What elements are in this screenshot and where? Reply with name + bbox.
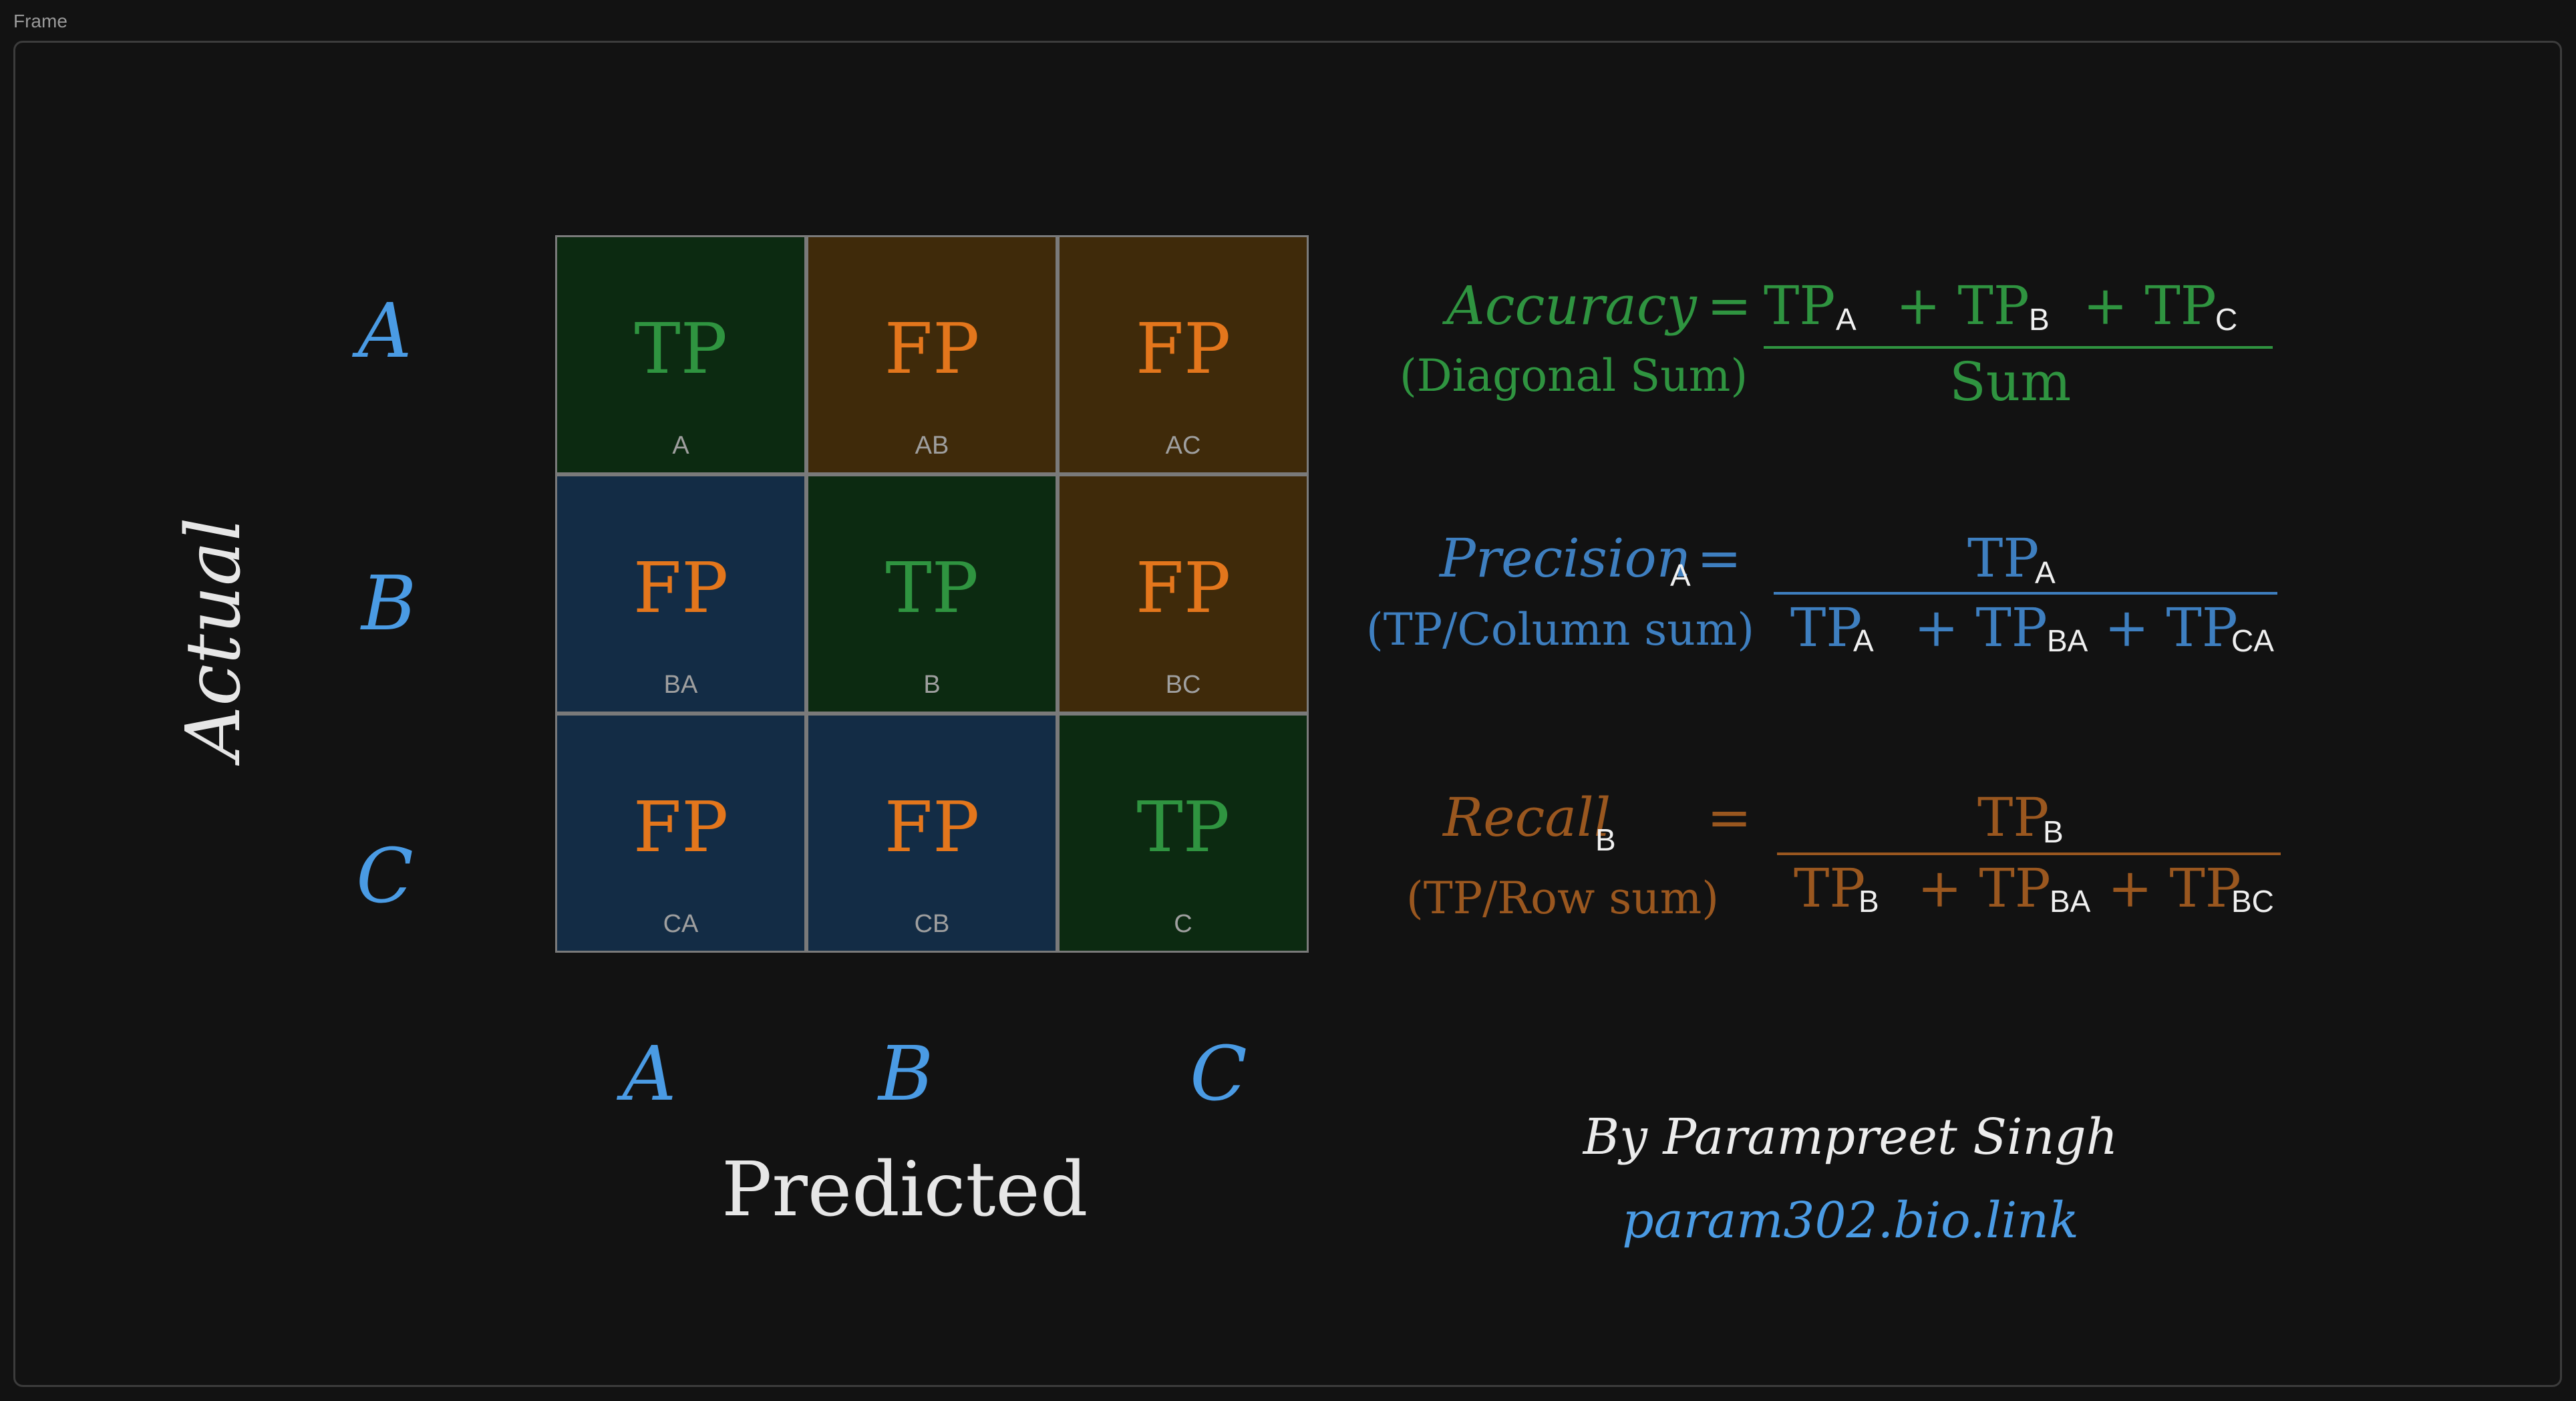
- cell-main-label: FP: [1135, 547, 1231, 629]
- cell-main-label: FP: [884, 308, 980, 390]
- accuracy-num-tp-c: + TP: [2083, 275, 2217, 337]
- cell-fp-ca: FP CA: [555, 714, 806, 953]
- cell-fp-bc: FP BC: [1058, 474, 1309, 714]
- precision-equals: =: [1697, 527, 1742, 589]
- row-label-a: A: [357, 288, 412, 375]
- recall-num-tp: TP: [1977, 786, 2050, 848]
- recall-den-tp-bc: + TP: [2108, 857, 2241, 919]
- precision-den-index-ba: BA: [2047, 623, 2088, 658]
- precision-den-tp-ca: + TP: [2104, 597, 2238, 659]
- cell-main-label: TP: [634, 308, 728, 390]
- cell-sub-label: AB: [915, 432, 949, 460]
- cell-main-label: FP: [1135, 308, 1231, 390]
- cell-fp-cb: FP CB: [806, 714, 1058, 953]
- recall-label-index: B: [1595, 822, 1616, 857]
- recall-den-index-b: B: [1859, 884, 1879, 919]
- frame-label: Frame: [13, 11, 67, 31]
- cell-sub-label: C: [1174, 910, 1192, 938]
- actual-axis-title: Actual: [170, 517, 257, 760]
- recall-equals: =: [1707, 786, 1752, 848]
- cell-main-label: TP: [885, 547, 979, 629]
- col-label-b: B: [878, 1031, 934, 1118]
- row-label-b: B: [361, 561, 417, 647]
- cell-sub-label: CB: [914, 910, 950, 938]
- accuracy-denominator: Sum: [1949, 351, 2072, 413]
- recall-fraction-line: [1777, 852, 2281, 855]
- accuracy-num-tp-b: + TP: [1896, 275, 2030, 337]
- cell-fp-ab: FP AB: [806, 235, 1058, 474]
- author-credit: By Parampreet Singh: [1583, 1108, 2118, 1166]
- accuracy-num-index-c: C: [2215, 302, 2238, 337]
- predicted-axis-title: Predicted: [721, 1146, 1088, 1233]
- cell-sub-label: CA: [663, 910, 699, 938]
- cell-sub-label: BA: [663, 671, 698, 699]
- confusion-matrix: TP A FP AB FP AC FP BA TP B FP BC FP CA …: [555, 235, 1309, 953]
- accuracy-note: (Diagonal Sum): [1400, 350, 1748, 402]
- recall-den-index-ba: BA: [2050, 884, 2091, 919]
- cell-tp-a: TP A: [555, 235, 806, 474]
- accuracy-label: Accuracy: [1446, 275, 1697, 337]
- precision-label-index: A: [1670, 558, 1691, 593]
- accuracy-num-index-b: B: [2029, 302, 2050, 337]
- cell-tp-c: TP C: [1058, 714, 1309, 953]
- precision-fraction-line: [1774, 592, 2277, 595]
- precision-num-tp: TP: [1967, 527, 2040, 589]
- precision-den-index-a: A: [1853, 623, 1874, 658]
- author-link[interactable]: param302.bio.link: [1537, 1196, 2164, 1245]
- precision-den-tp-a: TP: [1790, 597, 1863, 659]
- accuracy-equals: =: [1707, 275, 1752, 337]
- col-label-c: C: [1190, 1031, 1247, 1118]
- precision-note: (TP/Column sum): [1366, 604, 1755, 655]
- recall-den-index-bc: BC: [2231, 884, 2274, 919]
- precision-den-tp-ba: + TP: [1914, 597, 2048, 659]
- cell-sub-label: B: [923, 671, 941, 699]
- cell-tp-b: TP B: [806, 474, 1058, 714]
- recall-note: (TP/Row sum): [1406, 873, 1720, 924]
- cell-sub-label: BC: [1165, 671, 1201, 699]
- cell-fp-ba: FP BA: [555, 474, 806, 714]
- recall-num-index: B: [2043, 814, 2064, 849]
- cell-sub-label: AC: [1165, 432, 1201, 460]
- row-label-c: C: [356, 833, 414, 920]
- cell-main-label: FP: [633, 786, 729, 868]
- col-label-a: A: [622, 1031, 677, 1118]
- cell-main-label: FP: [884, 786, 980, 868]
- cell-fp-ac: FP AC: [1058, 235, 1309, 474]
- recall-den-tp-ba: + TP: [1917, 857, 2051, 919]
- precision-num-index: A: [2035, 555, 2056, 590]
- accuracy-num-index-a: A: [1836, 302, 1857, 337]
- cell-main-label: TP: [1136, 786, 1230, 868]
- recall-label: Recall: [1443, 786, 1611, 848]
- accuracy-fraction-line: [1764, 346, 2273, 349]
- precision-den-index-ca: CA: [2231, 623, 2274, 658]
- accuracy-num-tp-a: TP: [1764, 275, 1836, 337]
- precision-label: Precision: [1440, 527, 1692, 589]
- recall-den-tp-b: TP: [1794, 857, 1866, 919]
- cell-main-label: FP: [633, 547, 729, 629]
- cell-sub-label: A: [672, 432, 689, 460]
